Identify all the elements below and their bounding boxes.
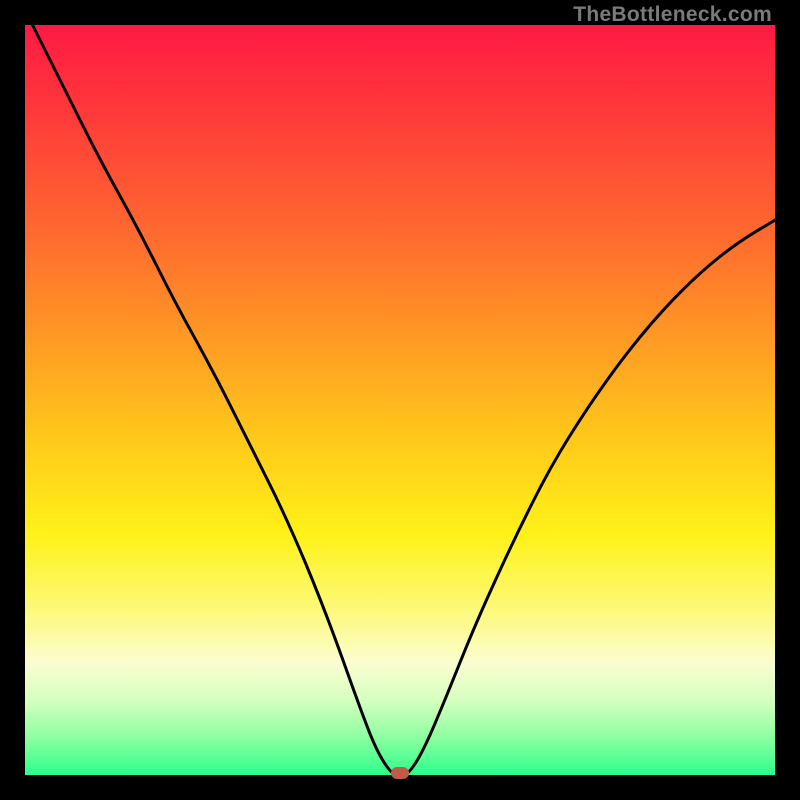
plot-area [25, 25, 775, 775]
bottleneck-curve [25, 25, 775, 775]
curve-path [33, 25, 776, 775]
watermark-text: TheBottleneck.com [573, 3, 772, 27]
chart-frame: TheBottleneck.com [0, 0, 800, 800]
optimum-marker [391, 767, 409, 779]
